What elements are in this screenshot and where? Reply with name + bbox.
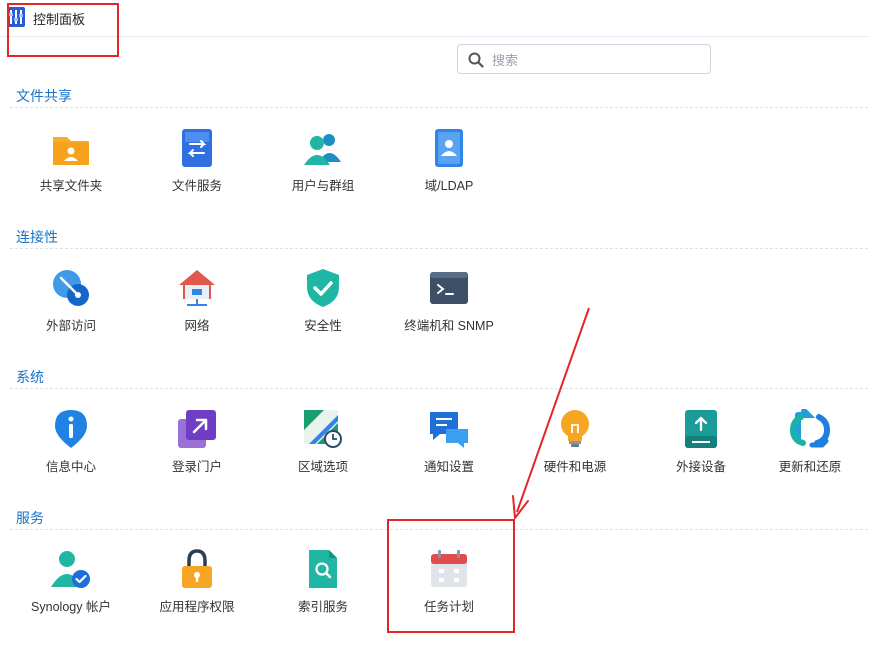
file-services-label: 文件服务 xyxy=(171,179,222,193)
external-access-item[interactable]: 外部访问 xyxy=(12,268,130,358)
section-divider xyxy=(10,388,868,389)
network-icon xyxy=(179,270,215,306)
indexing-service-icon xyxy=(309,550,337,588)
window-titlebar: 控制面板 xyxy=(0,0,869,37)
login-portal-icon xyxy=(178,410,216,448)
regional-options-item[interactable]: 区域选项 xyxy=(264,409,382,499)
section-title-file-sharing: 文件共享 xyxy=(16,88,72,104)
login-portal-label: 登录门户 xyxy=(171,460,222,474)
domain-ldap-icon xyxy=(435,129,463,167)
external-access-label: 外部访问 xyxy=(45,319,96,333)
indexing-service-item[interactable]: 索引服务 xyxy=(264,549,382,639)
file-services-icon xyxy=(182,129,212,167)
section-divider xyxy=(10,107,868,108)
annotation-title-highlight-box xyxy=(7,3,119,57)
synology-account-label: Synology 帐户 xyxy=(31,600,111,614)
domain-ldap-item[interactable]: 域/LDAP xyxy=(390,128,508,218)
security-label: 安全性 xyxy=(304,319,342,333)
security-shield-icon xyxy=(307,269,339,307)
shared-folder-icon xyxy=(53,137,89,165)
shared-folder-item[interactable]: 共享文件夹 xyxy=(12,128,130,218)
external-devices-label: 外接设备 xyxy=(675,460,726,474)
network-label: 网络 xyxy=(184,319,210,333)
update-restore-label: 更新和还原 xyxy=(778,460,842,474)
info-center-label: 信息中心 xyxy=(45,460,96,474)
search-input[interactable] xyxy=(490,49,704,71)
update-restore-icon xyxy=(790,409,830,448)
search-icon xyxy=(468,52,484,68)
user-group-icon xyxy=(304,134,341,165)
section-title-services: 服务 xyxy=(16,510,44,526)
section-title-connectivity: 连接性 xyxy=(16,229,58,245)
synology-account-item[interactable]: Synology 帐户 xyxy=(12,549,130,639)
indexing-service-label: 索引服务 xyxy=(297,600,348,614)
regional-options-icon xyxy=(304,410,342,448)
notification-icon xyxy=(430,412,468,448)
section-divider xyxy=(10,248,868,249)
user-group-label: 用户与群组 xyxy=(291,179,355,193)
notification-label: 通知设置 xyxy=(423,460,474,474)
search-box[interactable] xyxy=(457,44,711,74)
regional-options-label: 区域选项 xyxy=(297,460,348,474)
external-access-icon xyxy=(53,270,89,306)
domain-ldap-label: 域/LDAP xyxy=(424,179,474,193)
section-title-system: 系统 xyxy=(16,369,44,385)
notification-item[interactable]: 通知设置 xyxy=(390,409,508,499)
user-group-item[interactable]: 用户与群组 xyxy=(264,128,382,218)
app-privileges-label: 应用程序权限 xyxy=(159,600,235,614)
security-item[interactable]: 安全性 xyxy=(264,268,382,358)
external-devices-icon xyxy=(685,410,717,448)
synology-account-icon xyxy=(51,551,90,588)
network-item[interactable]: 网络 xyxy=(138,268,256,358)
terminal-snmp-item[interactable]: 终端机和 SNMP xyxy=(390,268,508,358)
app-privileges-item[interactable]: 应用程序权限 xyxy=(138,549,256,639)
external-devices-item[interactable]: 外接设备 xyxy=(642,409,760,499)
info-center-item[interactable]: 信息中心 xyxy=(12,409,130,499)
update-restore-item[interactable]: 更新和还原 xyxy=(751,409,869,499)
terminal-snmp-label: 终端机和 SNMP xyxy=(404,319,494,333)
info-center-icon xyxy=(55,410,87,448)
login-portal-item[interactable]: 登录门户 xyxy=(138,409,256,499)
annotation-arrow xyxy=(512,307,590,519)
file-services-item[interactable]: 文件服务 xyxy=(138,128,256,218)
annotation-task-scheduler-highlight-box xyxy=(387,519,515,633)
app-privileges-icon xyxy=(182,549,212,588)
terminal-icon xyxy=(430,272,468,304)
shared-folder-label: 共享文件夹 xyxy=(39,179,103,193)
